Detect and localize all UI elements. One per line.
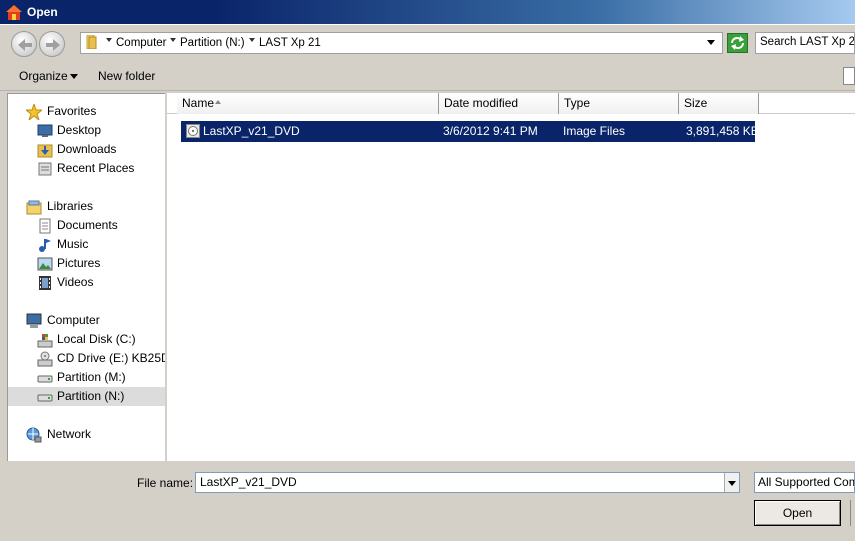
refresh-icon — [731, 36, 744, 50]
column-type-label: Type — [564, 96, 591, 110]
file-size: 3,891,458 KB — [686, 124, 759, 138]
nav-favorites-label: Favorites — [47, 104, 97, 118]
nav-documents[interactable]: Documents — [8, 216, 165, 235]
downloads-folder-icon — [37, 144, 53, 158]
column-header-type[interactable]: Type — [559, 93, 679, 114]
nav-pictures[interactable]: Pictures — [8, 254, 165, 273]
libraries-icon — [26, 200, 42, 215]
pictures-icon — [37, 257, 53, 271]
search-placeholder: Search LAST Xp 21 — [760, 36, 855, 48]
title-bar[interactable] — [0, 0, 855, 24]
nav-local-disk-c[interactable]: Local Disk (C:) — [8, 330, 165, 349]
network-globe-icon — [26, 427, 42, 443]
app-house-icon — [6, 5, 22, 20]
nav-recent-places-label: Recent Places — [57, 161, 135, 175]
new-folder-button[interactable]: New folder — [91, 68, 155, 86]
crumb-separator-icon — [170, 38, 176, 42]
forward-button[interactable] — [39, 31, 65, 57]
nav-desktop[interactable]: Desktop — [8, 121, 165, 140]
file-list-pane[interactable] — [167, 93, 855, 461]
nav-recent-places[interactable]: Recent Places — [8, 159, 165, 178]
desktop-icon — [37, 124, 53, 137]
nav-music[interactable]: Music — [8, 235, 165, 254]
refresh-button[interactable] — [727, 33, 748, 53]
videos-film-icon — [39, 276, 51, 290]
back-arrow-icon — [18, 39, 32, 51]
organize-button[interactable]: Organize — [12, 68, 68, 86]
nav-partition-n[interactable]: Partition (N:) — [8, 387, 165, 406]
back-button[interactable] — [11, 31, 37, 57]
nav-music-label: Music — [57, 237, 89, 251]
file-type-filter-select[interactable]: All Supported Com — [754, 472, 855, 493]
nav-partition-n-label: Partition (N:) — [57, 389, 125, 403]
column-name-label: Name — [182, 96, 215, 110]
computer-icon — [26, 313, 42, 328]
navigation-pane: Favorites Desktop Downloads Recent Place… — [7, 93, 186, 461]
nav-libraries-label: Libraries — [47, 199, 94, 213]
star-icon — [26, 104, 42, 120]
nav-computer-label: Computer — [47, 313, 100, 327]
nav-favorites[interactable]: Favorites — [8, 102, 165, 121]
file-name: LastXP_v21_DVD — [203, 124, 300, 138]
nav-cd-drive-e[interactable]: CD Drive (E:) KB25DEC — [8, 349, 186, 368]
search-input[interactable]: Search LAST Xp 21 — [755, 32, 855, 54]
windows-drive-icon — [37, 334, 53, 348]
organize-label: Organize — [19, 69, 68, 83]
forward-arrow-icon — [46, 39, 60, 51]
file-name-value: LastXP_v21_DVD — [200, 475, 297, 489]
file-name-combobox[interactable]: LastXP_v21_DVD — [195, 472, 740, 493]
file-type: Image Files — [563, 124, 626, 138]
crumb-separator-icon — [249, 38, 255, 42]
nav-pictures-label: Pictures — [57, 256, 101, 270]
nav-videos-label: Videos — [57, 275, 94, 289]
nav-videos[interactable]: Videos — [8, 273, 165, 292]
file-date-modified: 3/6/2012 9:41 PM — [443, 124, 538, 138]
address-bar[interactable] — [80, 32, 723, 54]
cancel-button-edge[interactable] — [850, 500, 855, 526]
file-name-label: File name: — [137, 476, 194, 490]
address-dropdown-icon[interactable] — [707, 40, 715, 45]
crumb-computer[interactable]: Computer — [116, 36, 167, 50]
folder-icon — [86, 35, 97, 49]
nav-libraries[interactable]: Libraries — [8, 197, 165, 216]
view-options-button[interactable] — [843, 67, 855, 85]
recent-places-icon — [38, 162, 52, 176]
cd-drive-icon — [37, 351, 53, 367]
column-header-date-modified[interactable]: Date modified — [439, 93, 559, 114]
documents-icon — [39, 218, 51, 234]
nav-desktop-label: Desktop — [57, 123, 102, 137]
nav-network[interactable]: Network — [8, 425, 165, 444]
file-row[interactable]: LastXP_v21_DVD 3/6/2012 9:41 PM Image Fi… — [181, 121, 759, 142]
column-date-label: Date modified — [444, 96, 519, 110]
window-title: Open — [27, 5, 58, 19]
music-note-icon — [39, 239, 51, 252]
organize-dropdown-icon — [70, 74, 78, 79]
nav-local-disk-c-label: Local Disk (C:) — [57, 332, 136, 346]
nav-documents-label: Documents — [57, 218, 118, 232]
open-button[interactable]: Open — [754, 500, 841, 526]
nav-downloads-label: Downloads — [57, 142, 117, 156]
sort-ascending-icon — [215, 100, 221, 104]
nav-partition-m-label: Partition (M:) — [57, 370, 126, 384]
nav-computer[interactable]: Computer — [8, 311, 165, 330]
hard-drive-icon — [37, 394, 53, 402]
nav-partition-m[interactable]: Partition (M:) — [8, 368, 165, 387]
crumb-partition[interactable]: Partition (N:) — [180, 36, 245, 50]
disc-image-file-icon — [186, 124, 200, 138]
crumb-folder[interactable]: LAST Xp 21 — [259, 36, 321, 50]
chevron-down-icon — [728, 481, 736, 486]
column-header-size[interactable]: Size — [679, 93, 759, 114]
new-folder-label: New folder — [98, 69, 156, 83]
crumb-separator-icon — [106, 38, 112, 42]
hard-drive-icon — [37, 375, 53, 383]
nav-downloads[interactable]: Downloads — [8, 140, 165, 159]
nav-network-label: Network — [47, 427, 92, 441]
file-type-filter-value: All Supported Com — [758, 475, 855, 489]
column-size-label: Size — [684, 96, 708, 110]
